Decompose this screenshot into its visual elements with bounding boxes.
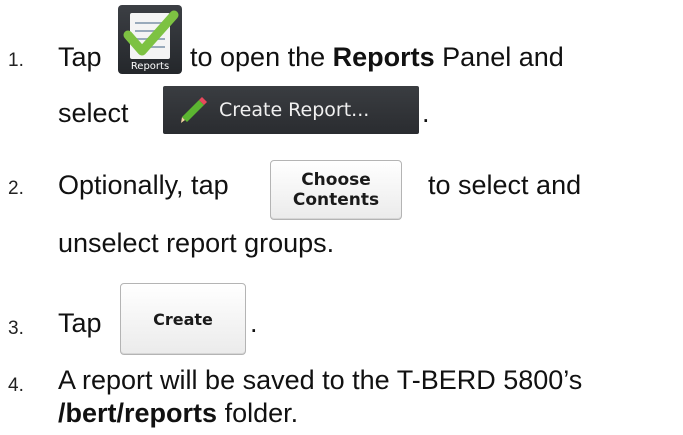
step-text: . <box>422 98 430 128</box>
step-text: Optionally, tap <box>58 170 229 200</box>
step-text: select <box>58 98 129 128</box>
step-text: Tap <box>58 42 102 73</box>
create-report-label: Create Report... <box>219 99 370 121</box>
reports-icon-caption: Reports <box>130 61 170 72</box>
create-button[interactable]: Create <box>120 283 246 355</box>
step-number: 2. <box>8 178 24 199</box>
step-text: to select and <box>428 170 582 200</box>
step-text: A report will be saved to the T-BERD 580… <box>58 365 583 395</box>
step-number: 1. <box>8 50 24 71</box>
reports-button[interactable]: Reports <box>118 5 182 74</box>
step-text-bold: /bert/reports <box>58 398 218 428</box>
choose-contents-button[interactable]: Choose Contents <box>270 160 402 220</box>
step-text-part: to open the <box>190 42 326 72</box>
step-number: 4. <box>8 375 24 396</box>
step-text: Tap <box>58 308 102 338</box>
step-text: unselect report groups. <box>58 228 335 258</box>
step-text: /bert/reports folder. <box>58 398 298 429</box>
step-text-bold: Reports <box>332 42 435 72</box>
pencil-icon <box>181 97 207 123</box>
step-text: to open the Reports Panel and <box>190 42 564 73</box>
step-number: 3. <box>8 318 24 339</box>
step-text-part: Panel and <box>442 42 564 72</box>
create-report-button[interactable]: Create Report... <box>163 86 419 134</box>
step-text-part: Tap <box>58 42 102 72</box>
step-text: . <box>250 308 258 338</box>
step-text-part: folder. <box>224 398 299 428</box>
